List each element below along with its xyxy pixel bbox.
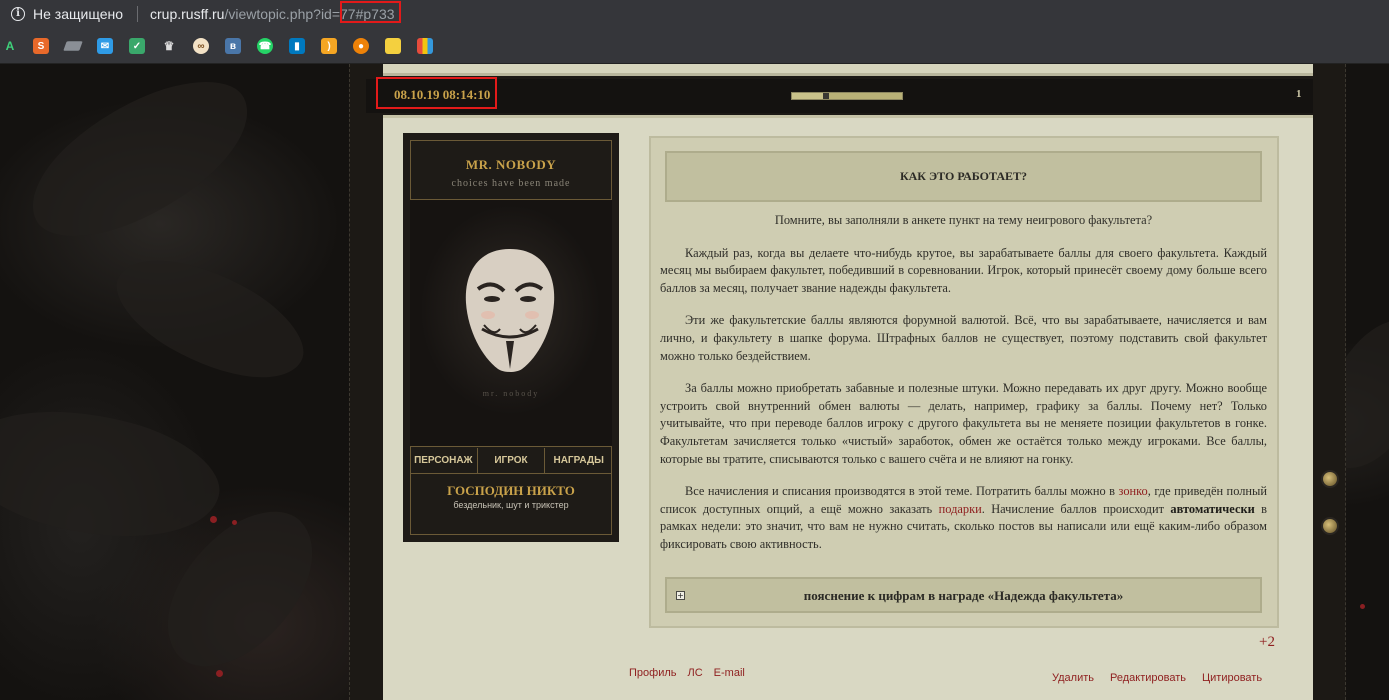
bookmark-8-icon[interactable]: в — [225, 38, 241, 54]
text-span: . Начисление баллов происходит — [981, 501, 1171, 516]
paragraph: Эти же факультетские баллы являются фору… — [660, 313, 1267, 363]
content-heading: КАК ЭТО РАБОТАЕТ? — [665, 151, 1262, 202]
bookmark-12-icon[interactable]: ● — [353, 38, 369, 54]
background-berry — [232, 520, 237, 525]
profile-description: бездельник, шут и трикстер — [453, 500, 569, 510]
background-leaf — [100, 230, 320, 408]
bookmark-2-icon[interactable]: S — [33, 38, 49, 54]
bookmark-14-icon[interactable] — [417, 38, 433, 54]
address-divider — [137, 6, 138, 22]
url-host: crup.rusff.ru — [150, 6, 225, 22]
bold-text: автоматически — [1170, 501, 1255, 516]
profile-name[interactable]: MR. NOBODY — [411, 157, 611, 173]
profile-tabs: ПЕРСОНАЖ ИГРОК НАГРАДЫ — [410, 448, 612, 474]
bookmark-3-icon[interactable] — [63, 41, 83, 51]
pm-link[interactable]: ЛС — [688, 667, 703, 679]
background-berry — [210, 516, 217, 523]
post-rating[interactable]: +2 — [1259, 634, 1275, 651]
email-link[interactable]: E-mail — [714, 667, 745, 679]
info-icon[interactable]: i — [11, 7, 25, 21]
scroll-down-button[interactable] — [1323, 519, 1337, 533]
progress-fill — [792, 93, 823, 99]
address-bar: i Не защищено crup.rusff.ru/viewtopic.ph… — [0, 0, 1389, 28]
background-leaf — [0, 382, 232, 566]
date-highlight-box — [376, 77, 497, 109]
progress-marker — [822, 93, 829, 99]
profile-card: MR. NOBODY choices have been made mr. no… — [403, 133, 619, 542]
quote-link[interactable]: Цитировать — [1202, 672, 1262, 684]
bookmarks-bar: A S ✉ ✓ ♛ ∞ в ☎ ▮ ) ● — [0, 28, 1389, 64]
avatar: mr. nobody — [410, 199, 612, 447]
bookmark-4-icon[interactable]: ✉ — [97, 38, 113, 54]
text-span: Все начисления и списания производятся в… — [685, 484, 1119, 499]
guy-fawkes-mask-icon — [465, 249, 555, 372]
bookmark-6-icon[interactable]: ♛ — [161, 38, 177, 54]
edit-link[interactable]: Редактировать — [1110, 672, 1186, 684]
bookmark-1-icon[interactable]: A — [2, 38, 18, 54]
profile-title: ГОСПОДИН НИКТО — [447, 483, 575, 498]
scroll-up-button[interactable] — [1323, 472, 1337, 486]
previous-post-bottom — [383, 64, 1313, 76]
tab-player[interactable]: ИГРОК — [478, 448, 546, 473]
tab-character[interactable]: ПЕРСОНАЖ — [410, 448, 478, 473]
bookmark-11-icon[interactable]: ) — [321, 38, 337, 54]
bookmark-10-icon[interactable]: ▮ — [289, 38, 305, 54]
background-berry — [216, 670, 223, 677]
profile-link[interactable]: Профиль — [629, 667, 677, 679]
zonko-link[interactable]: зонко — [1119, 484, 1148, 498]
paragraph: Все начисления и списания производятся в… — [660, 483, 1267, 553]
bookmark-9-icon[interactable]: ☎ — [257, 38, 273, 54]
security-label[interactable]: Не защищено — [33, 6, 123, 22]
spoiler-label[interactable]: пояснение к цифрам в награде «Надежда фа… — [667, 588, 1260, 604]
post-number[interactable]: 1 — [1296, 88, 1302, 100]
url-highlight-box — [340, 1, 401, 23]
bookmark-5-icon[interactable]: ✓ — [129, 38, 145, 54]
profile-tagline: choices have been made — [451, 178, 571, 189]
profile-frame: MR. NOBODY choices have been made mr. no… — [410, 140, 612, 535]
post-text: Помните, вы заполняли в анкете пункт на … — [660, 212, 1267, 569]
paragraph: За баллы можно приобретать забавные и по… — [660, 381, 1267, 466]
post-actions: Удалить Редактировать Цитировать — [1052, 672, 1262, 684]
lead-paragraph: Помните, вы заполняли в анкете пункт на … — [774, 213, 1153, 227]
spoiler-block[interactable]: + пояснение к цифрам в награде «Надежда … — [665, 577, 1262, 613]
paragraph: Каждый раз, когда вы делаете что-нибудь … — [660, 245, 1267, 295]
post-progress-bar — [791, 92, 903, 100]
background-leaf — [7, 64, 273, 260]
author-links: Профиль ЛС E-mail — [629, 667, 745, 679]
bookmark-7-icon[interactable]: ∞ — [193, 38, 209, 54]
delete-link[interactable]: Удалить — [1052, 672, 1094, 684]
tab-awards[interactable]: НАГРАДЫ — [545, 448, 612, 473]
avatar-caption: mr. nobody — [482, 389, 540, 398]
background-berry — [1360, 604, 1365, 609]
gifts-link[interactable]: подарки — [939, 502, 982, 516]
bookmark-13-icon[interactable] — [385, 38, 401, 54]
